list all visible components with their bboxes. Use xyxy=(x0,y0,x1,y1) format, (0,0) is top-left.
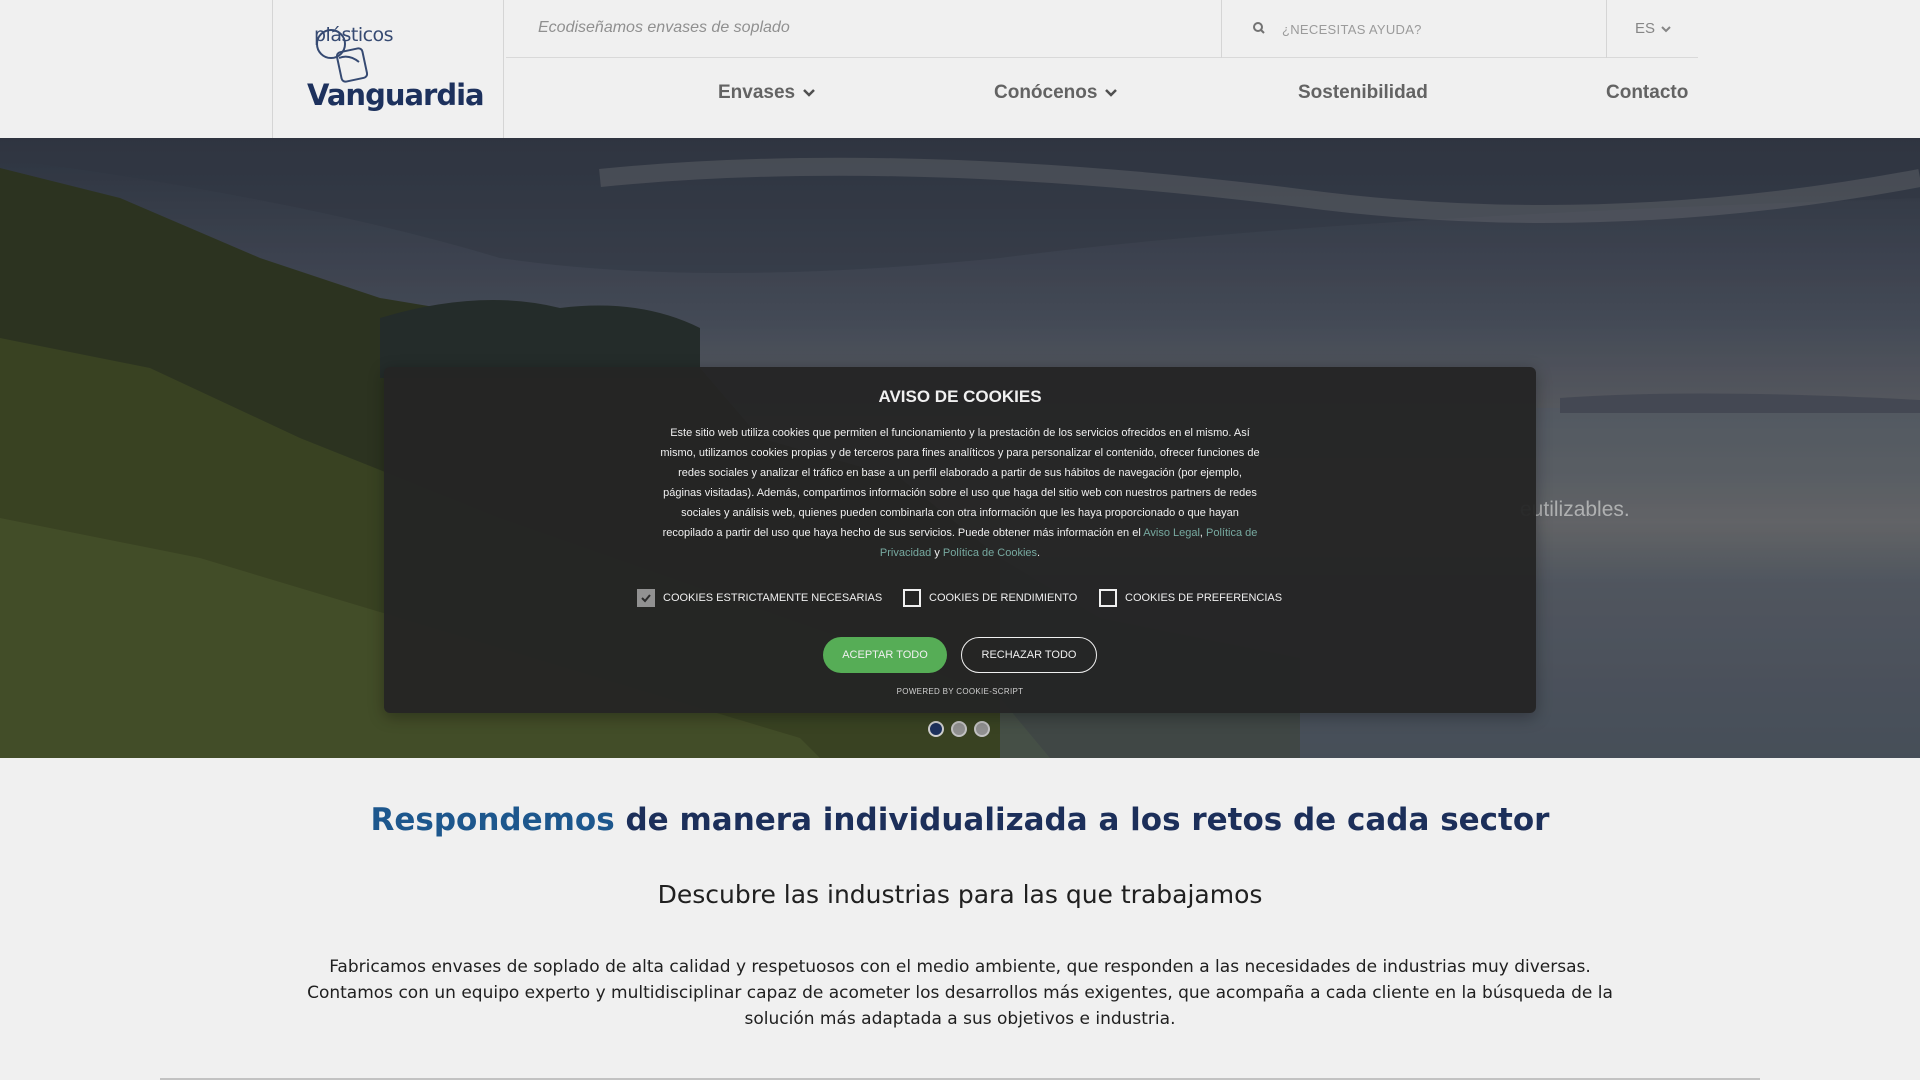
check-label: COOKIES ESTRICTAMENTE NECESARIAS xyxy=(663,592,883,604)
nav-item-contacto[interactable]: Contacto xyxy=(1606,82,1688,104)
nav-item-conocenos[interactable]: Conócenos xyxy=(994,82,1118,104)
main-nav: Envases Conócenos Sostenibilidad Contact… xyxy=(506,58,1698,138)
checkbox-checked[interactable] xyxy=(637,589,655,607)
tagline: Ecodiseñamos envases de soplado xyxy=(538,19,790,36)
logo-big-text: Vanguardia xyxy=(307,78,485,112)
section-paragraph: Fabricamos envases de soplado de alta ca… xyxy=(307,957,1613,1029)
logo[interactable]: plásticos Vanguardia xyxy=(272,0,504,138)
check-label: COOKIES DE RENDIMIENTO xyxy=(929,592,1078,604)
nav-item-envases[interactable]: Envases xyxy=(718,82,816,104)
cookie-policy-link[interactable]: Política de Cookies xyxy=(943,547,1037,559)
heading-accent: Respondemos xyxy=(370,802,615,838)
legal-notice-link[interactable]: Aviso Legal xyxy=(1143,527,1200,539)
nav-item-label: Envases xyxy=(718,82,796,103)
cookie-separator: y xyxy=(934,547,940,559)
slider-dot-3[interactable] xyxy=(974,721,990,737)
language-label: ES xyxy=(1635,20,1656,37)
hero-subtitle: eutilizables. xyxy=(1520,498,1630,521)
top-bar: Ecodiseñamos envases de soplado ¿NECESIT… xyxy=(506,0,1698,58)
cookie-separator: , xyxy=(1199,527,1203,539)
check-label: COOKIES DE PREFERENCIAS xyxy=(1125,592,1283,604)
checkbox-unchecked[interactable] xyxy=(1099,589,1117,607)
chevron-down-icon xyxy=(803,89,816,98)
cookie-banner-text: Este sitio web utiliza cookies que permi… xyxy=(660,423,1260,563)
chevron-down-icon xyxy=(1661,26,1671,33)
slider-dot-1[interactable] xyxy=(928,721,944,737)
search-icon xyxy=(1253,22,1265,34)
cookie-banner: AVISO DE COOKIES Este sitio web utiliza … xyxy=(384,367,1536,713)
chevron-down-icon xyxy=(1105,89,1118,98)
section-heading: Respondemos de manera individualizada a … xyxy=(0,802,1920,838)
check-preferences[interactable]: COOKIES DE PREFERENCIAS xyxy=(1099,589,1282,607)
nav-item-sostenibilidad[interactable]: Sostenibilidad xyxy=(1298,82,1428,104)
language-selector[interactable]: ES xyxy=(1635,20,1671,37)
site-header: plásticos Vanguardia Ecodiseñamos envase… xyxy=(0,0,1920,138)
cookie-body-text: Este sitio web utiliza cookies que permi… xyxy=(660,427,1260,539)
checkbox-unchecked[interactable] xyxy=(903,589,921,607)
powered-by-link[interactable]: POWERED BY COOKIE-SCRIPT xyxy=(384,687,1536,696)
help-text: ¿NECESITAS AYUDA? xyxy=(1282,22,1422,37)
nav-item-label: Contacto xyxy=(1606,82,1689,103)
cookie-end: . xyxy=(1037,547,1041,559)
nav-item-label: Sostenibilidad xyxy=(1298,82,1428,103)
checkmark-icon xyxy=(641,594,651,603)
help-link[interactable]: ¿NECESITAS AYUDA? xyxy=(1221,0,1607,58)
logo-small-text: plásticos xyxy=(314,24,394,46)
reject-all-button[interactable]: RECHAZAR TODO xyxy=(961,637,1097,673)
slider-dot-2[interactable] xyxy=(951,721,967,737)
check-necessary[interactable]: COOKIES ESTRICTAMENTE NECESARIAS xyxy=(637,589,882,607)
heading-rest: de manera individualizada a los retos de… xyxy=(614,802,1550,838)
check-performance[interactable]: COOKIES DE RENDIMIENTO xyxy=(903,589,1077,607)
section-subheading: Descubre las industrias para las que tra… xyxy=(657,880,1263,909)
nav-item-label: Conócenos xyxy=(994,82,1098,103)
accept-all-button[interactable]: ACEPTAR TODO xyxy=(823,637,947,673)
sectors-section: Respondemos de manera individualizada a … xyxy=(0,758,1920,1080)
cookie-banner-title: AVISO DE COOKIES xyxy=(878,387,1042,406)
